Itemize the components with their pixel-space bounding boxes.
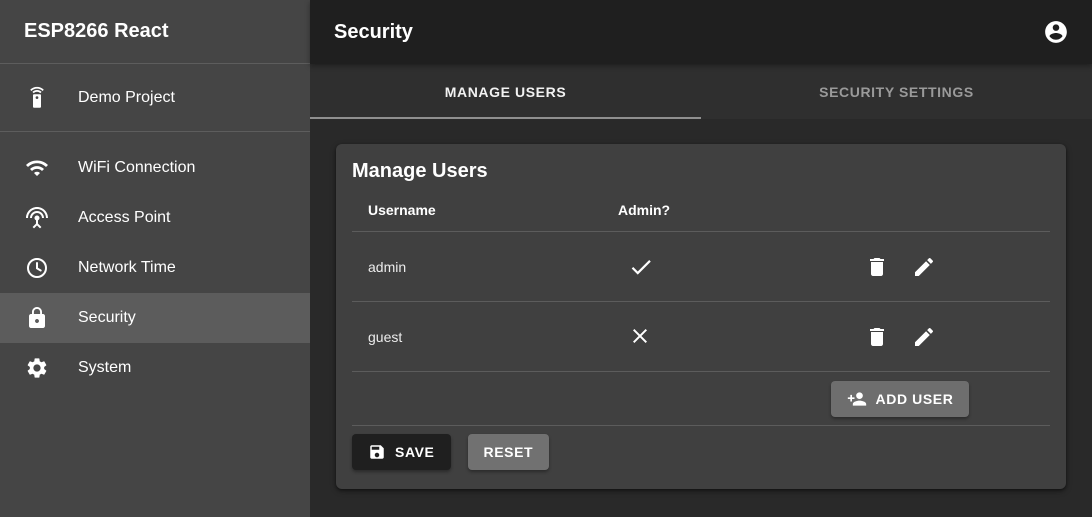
sidebar-item-label: Demo Project: [78, 89, 175, 107]
sidebar-app-title: ESP8266 React: [0, 0, 310, 64]
edit-icon[interactable]: [912, 255, 936, 279]
admin-cell: [602, 254, 750, 280]
person-add-icon: [847, 389, 867, 409]
card-title: Manage Users: [352, 160, 1050, 188]
reset-button[interactable]: RESET: [468, 434, 550, 470]
sidebar: ESP8266 React Demo Project WiFi C: [0, 0, 310, 517]
sidebar-item-network-time[interactable]: Network Time: [0, 243, 310, 293]
sidebar-nav: WiFi Connection Access Point Network: [0, 132, 310, 393]
account-button[interactable]: [1032, 8, 1080, 56]
row-actions: [750, 255, 1050, 279]
edit-icon[interactable]: [912, 325, 936, 349]
sidebar-item-wifi-connection[interactable]: WiFi Connection: [0, 143, 310, 193]
save-icon: [368, 443, 386, 461]
table-footer-row: ADD USER: [352, 372, 1050, 426]
tabbar: MANAGE USERS SECURITY SETTINGS: [310, 64, 1092, 119]
main-panel: Security MANAGE USERS SECURITY SETTINGS …: [310, 0, 1092, 517]
lock-icon: [25, 306, 49, 330]
table-row: admin: [352, 232, 1050, 302]
form-buttons: SAVE RESET: [352, 426, 1050, 470]
sidebar-item-label: Access Point: [78, 209, 170, 227]
check-icon: [628, 254, 654, 280]
username-cell: admin: [352, 259, 602, 275]
sidebar-item-security[interactable]: Security: [0, 293, 310, 343]
tab-security-settings[interactable]: SECURITY SETTINGS: [701, 64, 1092, 119]
appbar: Security: [310, 0, 1092, 64]
cross-icon: [628, 324, 654, 350]
username-cell: guest: [352, 329, 602, 345]
sidebar-item-label: System: [78, 359, 131, 377]
wifi-icon: [25, 156, 49, 180]
delete-icon[interactable]: [865, 255, 889, 279]
sidebar-item-label: Security: [78, 309, 136, 327]
clock-icon: [25, 256, 49, 280]
add-user-button[interactable]: ADD USER: [831, 381, 970, 417]
sidebar-item-access-point[interactable]: Access Point: [0, 193, 310, 243]
antenna-icon: [25, 206, 49, 230]
admin-cell: [602, 324, 750, 350]
sidebar-item-label: WiFi Connection: [78, 159, 195, 177]
save-button[interactable]: SAVE: [352, 434, 451, 470]
settings-remote-icon: [25, 86, 49, 110]
sidebar-item-demo-project[interactable]: Demo Project: [0, 64, 310, 132]
content-area: Manage Users Username Admin? admin: [310, 119, 1092, 517]
page-title: Security: [334, 21, 1032, 44]
row-actions: [750, 325, 1050, 349]
column-header-admin: Admin?: [602, 202, 750, 218]
column-header-username: Username: [352, 202, 602, 218]
gear-icon: [25, 356, 49, 380]
tab-manage-users[interactable]: MANAGE USERS: [310, 64, 701, 119]
sidebar-item-label: Network Time: [78, 259, 176, 277]
manage-users-card: Manage Users Username Admin? admin: [336, 144, 1066, 489]
delete-icon[interactable]: [865, 325, 889, 349]
table-row: guest: [352, 302, 1050, 372]
table-header-row: Username Admin?: [352, 188, 1050, 232]
account-circle-icon: [1043, 19, 1069, 45]
app-window: ESP8266 React Demo Project WiFi C: [0, 0, 1092, 517]
sidebar-item-system[interactable]: System: [0, 343, 310, 393]
